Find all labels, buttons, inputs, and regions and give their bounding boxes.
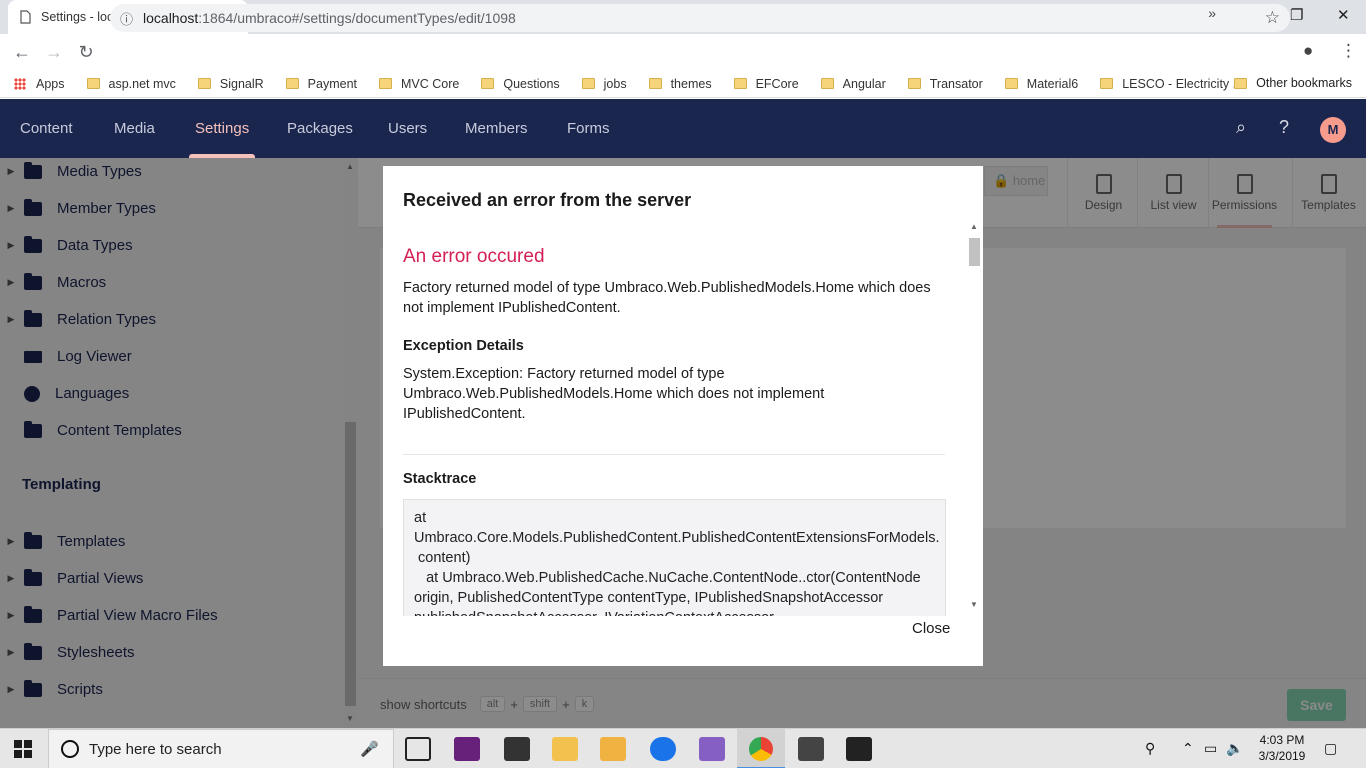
section-users[interactable]: Users (388, 99, 427, 158)
bookmark-item[interactable]: EFCore (733, 77, 799, 91)
profile-icon[interactable]: ● (1303, 41, 1313, 61)
section-forms[interactable]: Forms (567, 99, 610, 158)
microphone-icon[interactable]: 🎤 (360, 740, 379, 758)
bookmark-item[interactable]: Transator (907, 77, 983, 91)
forward-button[interactable]: → (38, 42, 70, 63)
umbraco-header: ⌕ ? Content Media Settings Packages Users Mem… (0, 99, 1366, 158)
page-icon (20, 10, 31, 24)
apps-icon (14, 77, 26, 90)
folder-icon (1100, 78, 1114, 89)
folder-icon (733, 78, 747, 89)
browser-toolbar: ← → ↻ (0, 34, 1366, 70)
section-media[interactable]: Media (114, 99, 155, 158)
folder-icon (907, 78, 921, 89)
dialog-body: An error occured Factory returned model … (403, 238, 963, 616)
bookmark-apps[interactable]: Apps (14, 77, 65, 91)
file-explorer-icon[interactable] (552, 737, 578, 761)
bookmark-item[interactable]: themes (648, 77, 712, 91)
bookmarks-bar: Apps asp.net mvc SignalR Payment MVC Core Que… (0, 70, 1366, 98)
command-prompt-icon[interactable] (504, 737, 530, 761)
folder-icon (379, 78, 393, 89)
info-icon[interactable]: ⓘ (120, 9, 133, 28)
volume-icon[interactable]: 🔈 (1226, 740, 1243, 757)
store-icon[interactable] (798, 737, 824, 761)
search-icon[interactable]: ⌕ (1236, 117, 1246, 138)
cortana-icon (61, 740, 79, 758)
dialog-scrollbar[interactable]: ▲ ▼ (967, 222, 981, 612)
sticky-app-icon[interactable] (600, 737, 626, 761)
avatar[interactable]: M (1320, 117, 1346, 143)
folder-icon (820, 78, 834, 89)
error-message: Factory returned model of type Umbraco.W… (403, 280, 931, 316)
bookmark-item[interactable]: LESCO - Electricity ... (1100, 77, 1243, 91)
battery-icon[interactable]: ▭ (1204, 740, 1217, 757)
folder-icon (1234, 77, 1248, 89)
folder-icon (481, 78, 495, 89)
bookmark-item[interactable]: Material6 (1004, 77, 1078, 91)
bookmark-item[interactable]: asp.net mvc (86, 77, 176, 91)
clock[interactable]: 4:03 PM 3/3/2019 (1250, 732, 1314, 764)
section-content[interactable]: Content (20, 99, 73, 158)
windows-taskbar: Type here to search 🎤 ⚲ ⌃ ▭ 🔈 4:03 PM 3/… (0, 728, 1366, 768)
chrome-icon (749, 737, 773, 761)
other-bookmarks[interactable]: Other bookmarks (1234, 76, 1352, 90)
folder-icon (285, 78, 299, 89)
exception-label: Exception Details (403, 338, 524, 354)
error-heading: An error occured (403, 246, 545, 267)
chrome-taskbar-button[interactable] (737, 729, 785, 768)
mail-icon[interactable] (846, 737, 872, 761)
section-members[interactable]: Members (465, 99, 528, 158)
notifications-icon[interactable]: ▢ (1324, 740, 1337, 757)
bookmark-item[interactable]: Angular (820, 77, 886, 91)
folder-icon (86, 78, 100, 89)
edge-icon[interactable] (650, 737, 676, 761)
stacktrace-label: Stacktrace (403, 471, 477, 487)
people-icon[interactable]: ⚲ (1145, 740, 1155, 757)
tray-chevron-icon[interactable]: ⌃ (1182, 740, 1194, 757)
dialog-title: Received an error from the server (403, 190, 692, 210)
address-bar[interactable]: ⓘ localhost:1864/umbraco#/settings/docum… (110, 4, 1290, 32)
divider (403, 454, 945, 455)
bookmark-star-icon[interactable]: ☆ (1265, 8, 1280, 28)
taskbar-search-input[interactable]: Type here to search 🎤 (48, 729, 394, 768)
task-view-icon[interactable] (405, 737, 431, 761)
vs-code-icon[interactable] (699, 737, 725, 761)
windows-start-icon[interactable] (14, 740, 32, 758)
folder-icon (1004, 78, 1018, 89)
bookmark-item[interactable]: jobs (581, 77, 627, 91)
more-bookmarks-icon[interactable]: » (1208, 5, 1216, 21)
help-icon[interactable]: ? (1279, 117, 1289, 138)
close-button[interactable]: Close (912, 620, 950, 637)
exception-text: System.Exception: Factory returned model… (403, 366, 825, 422)
error-dialog: Received an error from the server An err… (383, 166, 983, 666)
url-text: localhost:1864/umbraco#/settings/documen… (143, 10, 516, 26)
close-window-button[interactable]: ✕ (1337, 6, 1350, 24)
menu-icon[interactable]: ⋮ (1340, 41, 1357, 61)
maximize-button[interactable]: ❐ (1290, 6, 1303, 24)
folder-icon (197, 78, 211, 89)
bookmark-item[interactable]: MVC Core (379, 77, 459, 91)
folder-icon (581, 78, 595, 89)
back-button[interactable]: ← (6, 42, 38, 63)
visual-studio-icon[interactable] (454, 737, 480, 761)
section-settings[interactable]: Settings (188, 99, 256, 158)
bookmark-item[interactable]: SignalR (197, 77, 264, 91)
section-packages[interactable]: Packages (287, 99, 353, 158)
reload-button[interactable]: ↻ (70, 42, 102, 63)
stacktrace-box[interactable]: at Umbraco.Core.Models.PublishedContent.… (403, 499, 946, 616)
bookmark-item[interactable]: Questions (481, 77, 560, 91)
bookmark-item[interactable]: Payment (285, 77, 357, 91)
folder-icon (648, 78, 662, 89)
